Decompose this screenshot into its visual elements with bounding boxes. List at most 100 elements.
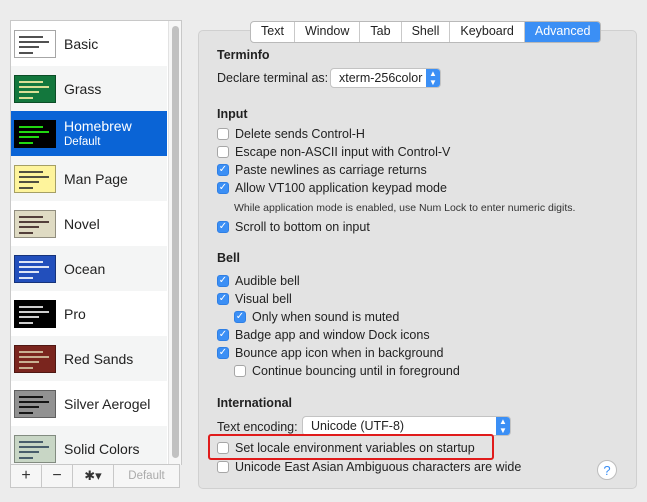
tab-advanced[interactable]: Advanced (524, 22, 601, 42)
east-asian-wide-option[interactable]: Unicode East Asian Ambiguous characters … (217, 460, 521, 474)
preview-text-line (19, 270, 39, 273)
option-label: Badge app and window Dock icons (235, 328, 430, 342)
preview-text-line (19, 90, 39, 93)
escape-non-ascii-option[interactable]: Escape non-ASCII input with Control-V (217, 145, 450, 159)
checkbox[interactable] (234, 365, 246, 377)
checkbox[interactable] (217, 461, 229, 473)
preview-text-line (19, 170, 43, 173)
profile-title: Grass (64, 80, 102, 97)
tab-keyboard[interactable]: Keyboard (450, 22, 525, 42)
input-heading: Input (217, 107, 248, 121)
preview-text-line (19, 96, 33, 99)
option-label: Escape non-ASCII input with Control-V (235, 145, 451, 159)
preview-text-line (19, 85, 49, 88)
profile-item[interactable]: Pro (11, 291, 167, 336)
text-encoding-select[interactable]: Unicode (UTF-8) ▲ ▼ (302, 416, 511, 436)
checkbox[interactable]: ✓ (217, 164, 229, 176)
checkbox[interactable]: ✓ (217, 221, 229, 233)
profile-name: Basic (64, 36, 98, 52)
profile-preview-thumbnail (14, 434, 56, 463)
gear-menu-button[interactable]: ✱▾ (73, 465, 114, 487)
preview-text-line (19, 355, 49, 358)
profile-name: Man Page (64, 171, 128, 187)
help-button[interactable]: ? (597, 460, 617, 480)
preview-text-line (19, 135, 39, 138)
profile-toolbar: + − ✱▾ Default (10, 464, 180, 488)
profile-title: Basic (64, 35, 99, 52)
profile-preview-thumbnail (14, 299, 56, 328)
preview-text-line (19, 35, 43, 38)
preview-text-line (19, 141, 33, 144)
delete-control-h-option[interactable]: Delete sends Control-H (217, 127, 365, 141)
gear-icon: ✱▾ (84, 468, 102, 483)
add-profile-button[interactable]: + (11, 465, 42, 487)
profile-list-scrollbar[interactable] (168, 21, 181, 465)
profile-preview-thumbnail (14, 164, 56, 193)
profile-preview-thumbnail (14, 74, 56, 103)
tab-shell[interactable]: Shell (402, 22, 451, 42)
chevron-updown-icon: ▲ ▼ (496, 417, 510, 435)
checkbox[interactable] (217, 128, 229, 140)
option-label: Unicode East Asian Ambiguous characters … (235, 460, 522, 474)
preview-text-line (19, 260, 43, 263)
preview-text-line (19, 215, 43, 218)
profile-item[interactable]: Solid Colors (11, 426, 167, 465)
profile-name: Grass (64, 81, 101, 97)
preview-text-line (19, 395, 43, 398)
profile-default-label: Default (64, 135, 101, 148)
preview-text-line (19, 220, 49, 223)
only-when-muted-option[interactable]: ✓ Only when sound is muted (234, 310, 399, 324)
option-label: Audible bell (235, 274, 300, 288)
profile-item[interactable]: Silver Aerogel (11, 381, 167, 426)
preview-text-line (19, 180, 39, 183)
settings-tabs: Text Window Tab Shell Keyboard Advanced (250, 21, 602, 43)
bell-heading: Bell (217, 251, 240, 265)
checkbox[interactable]: ✓ (217, 329, 229, 341)
option-label: Delete sends Control-H (235, 127, 365, 141)
profile-item[interactable]: Man Page (11, 156, 167, 201)
profile-title: Pro (64, 305, 86, 322)
continue-bouncing-option[interactable]: Continue bouncing until in foreground (234, 364, 460, 378)
vt100-keypad-option[interactable]: ✓ Allow VT100 application keypad mode (217, 181, 447, 195)
tab-tab[interactable]: Tab (360, 22, 402, 42)
checkbox[interactable]: ✓ (217, 293, 229, 305)
checkbox[interactable]: ✓ (217, 275, 229, 287)
profile-name: Ocean (64, 261, 105, 277)
preview-text-line (19, 445, 49, 448)
badge-dock-option[interactable]: ✓ Badge app and window Dock icons (217, 328, 430, 342)
profile-item[interactable]: Homebrew Default (11, 111, 167, 156)
paste-newlines-option[interactable]: ✓ Paste newlines as carriage returns (217, 163, 427, 177)
remove-profile-button[interactable]: − (42, 465, 73, 487)
set-default-button[interactable]: Default (114, 465, 179, 487)
profile-item[interactable]: Basic (11, 21, 167, 66)
checkbox[interactable]: ✓ (217, 182, 229, 194)
preview-text-line (19, 80, 43, 83)
profile-title: Ocean (64, 260, 106, 277)
preview-text-line (19, 315, 39, 318)
profile-item[interactable]: Ocean (11, 246, 167, 291)
profile-name: Silver Aerogel (64, 396, 150, 412)
preview-text-line (19, 186, 33, 189)
declare-terminal-label: Declare terminal as: (217, 71, 329, 85)
audible-bell-option[interactable]: ✓ Audible bell (217, 274, 300, 288)
scroll-bottom-option[interactable]: ✓ Scroll to bottom on input (217, 220, 370, 234)
profile-name: Red Sands (64, 351, 133, 367)
tab-text[interactable]: Text (251, 22, 295, 42)
profile-item[interactable]: Novel (11, 201, 167, 246)
terminal-type-select[interactable]: xterm-256color ▲ ▼ (330, 68, 441, 88)
chevron-updown-icon: ▲ ▼ (426, 69, 440, 87)
checkbox[interactable]: ✓ (217, 347, 229, 359)
preview-text-line (19, 225, 39, 228)
profile-title: Silver Aerogel (64, 395, 151, 412)
bounce-icon-option[interactable]: ✓ Bounce app icon when in background (217, 346, 443, 360)
checkbox[interactable] (217, 146, 229, 158)
preview-text-line (19, 456, 33, 459)
profile-item[interactable]: Grass (11, 66, 167, 111)
preview-text-line (19, 175, 49, 178)
profile-item[interactable]: Red Sands (11, 336, 167, 381)
checkbox[interactable]: ✓ (234, 311, 246, 323)
scrollbar-thumb[interactable] (172, 26, 179, 458)
profile-preview-thumbnail (14, 29, 56, 58)
visual-bell-option[interactable]: ✓ Visual bell (217, 292, 292, 306)
tab-window[interactable]: Window (295, 22, 361, 42)
